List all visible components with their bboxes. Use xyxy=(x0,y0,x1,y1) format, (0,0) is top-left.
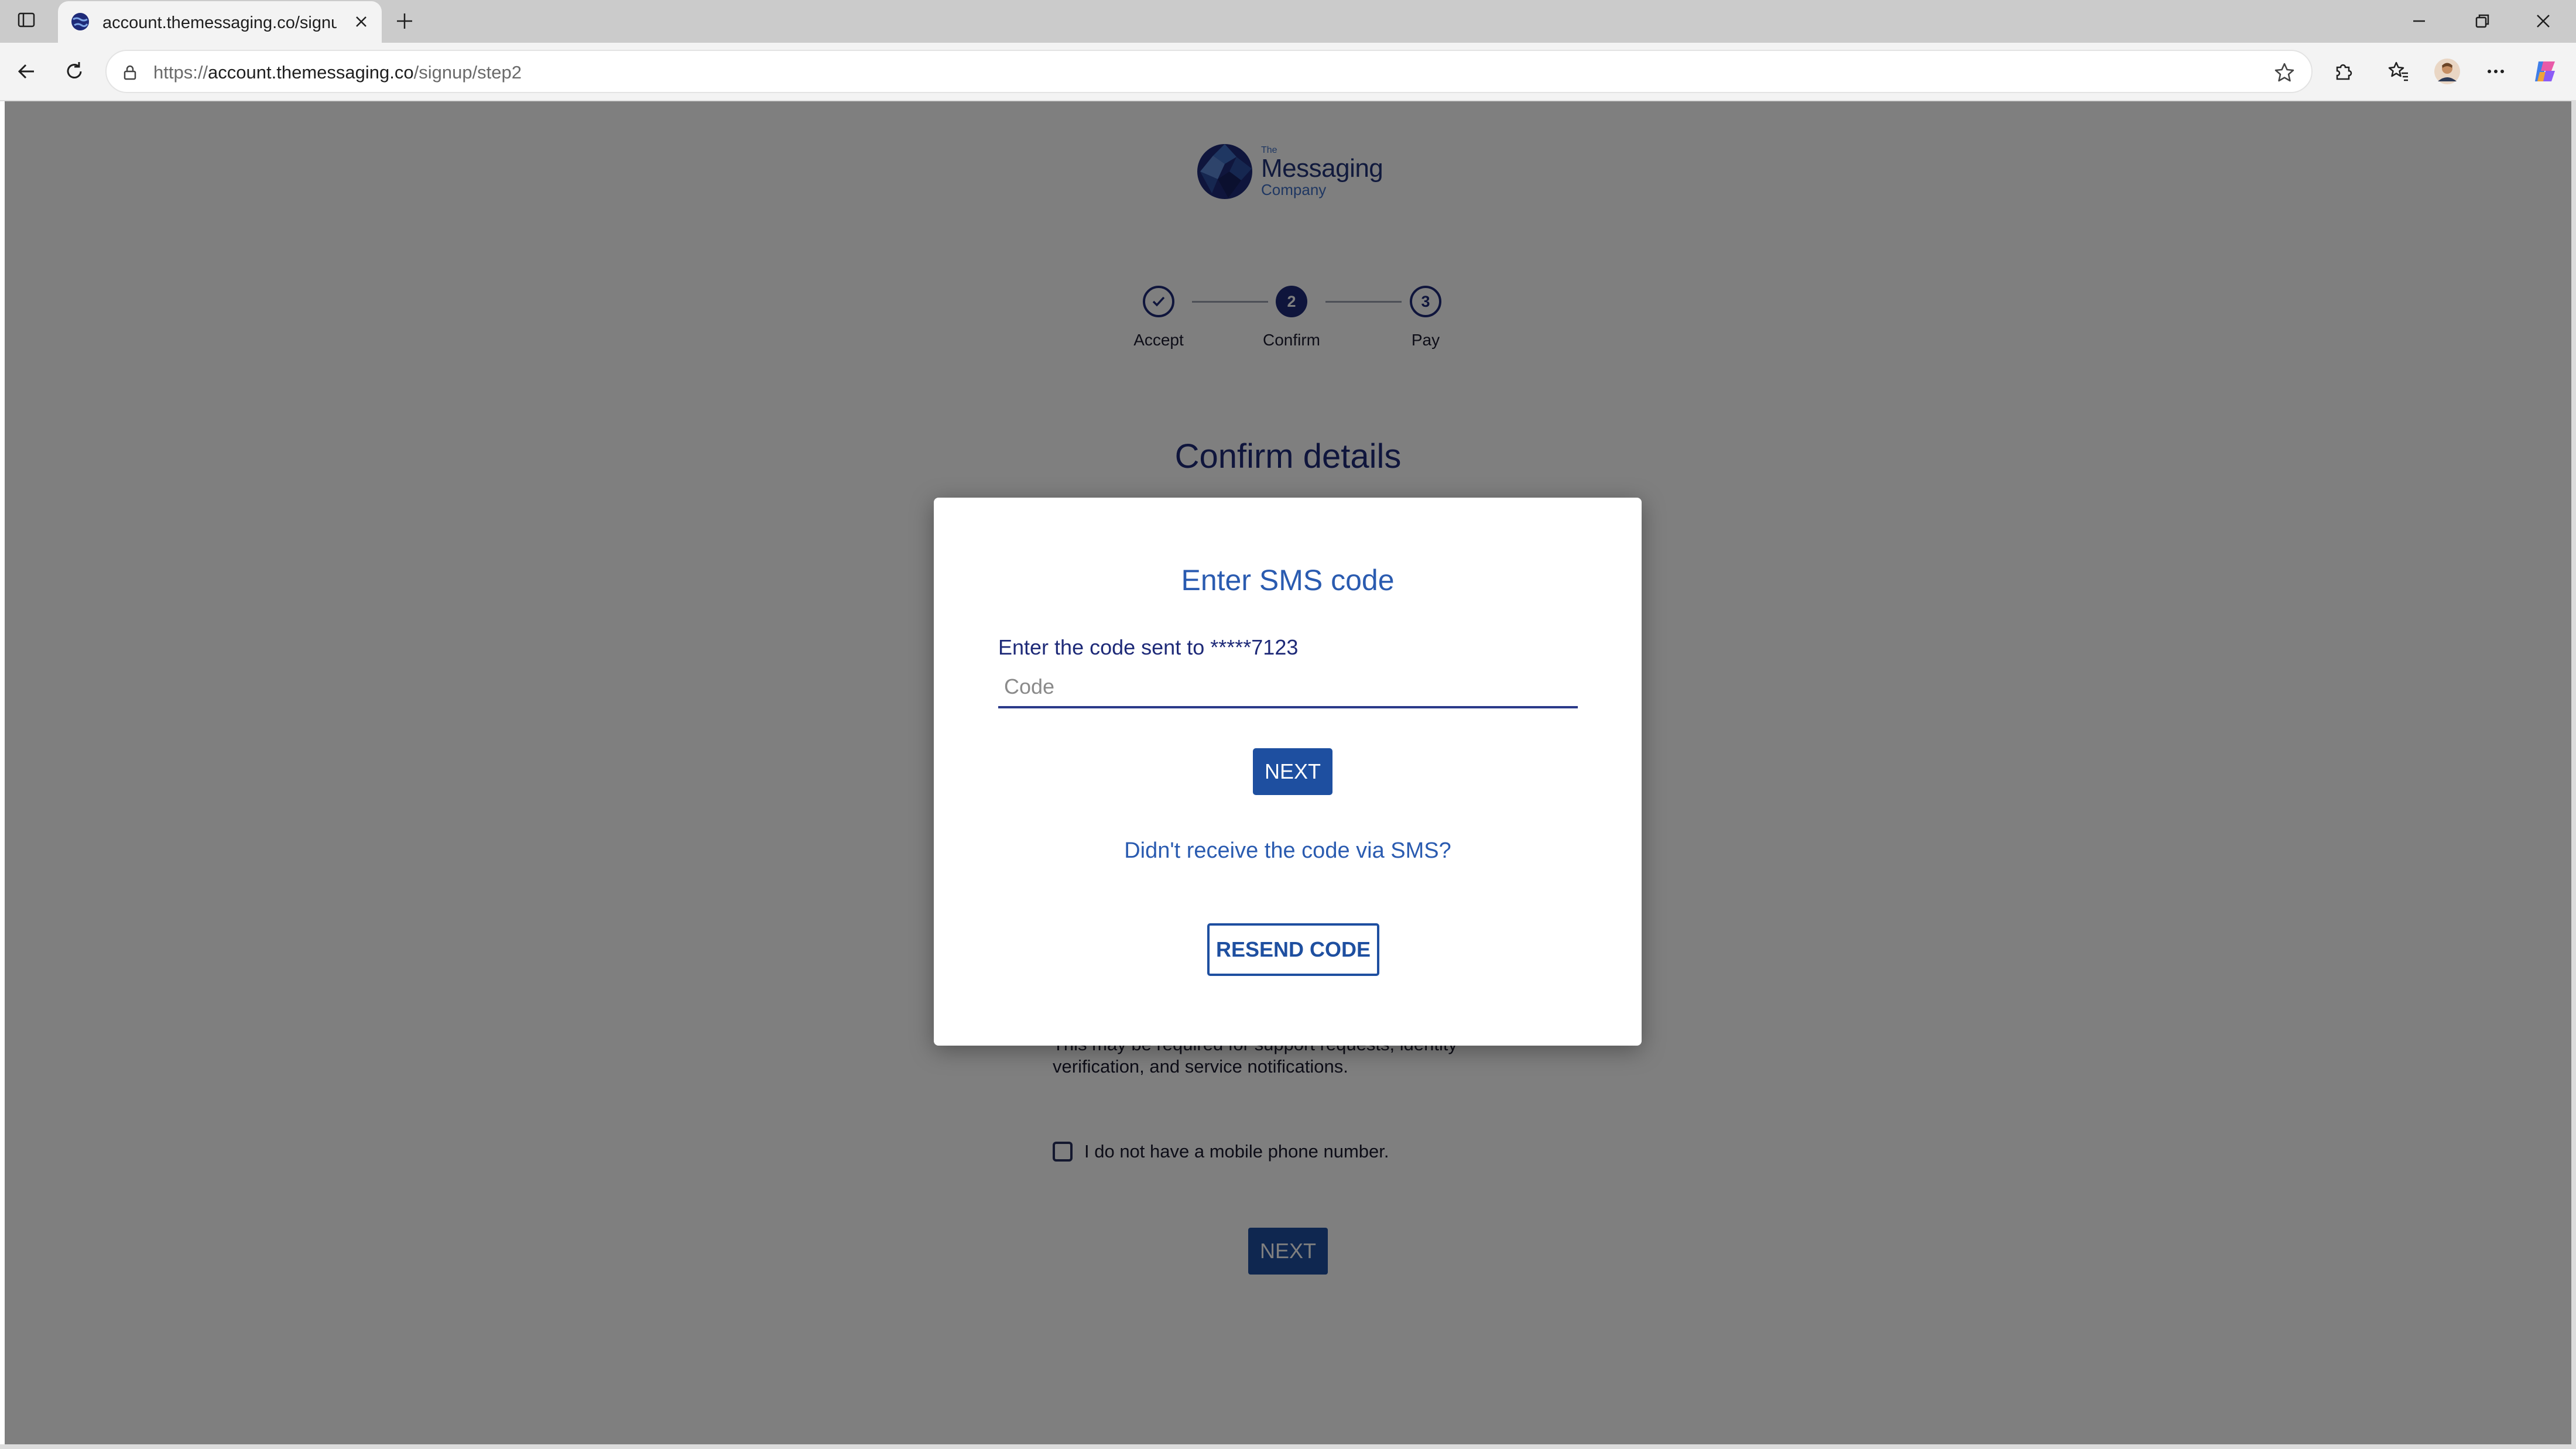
window-border-bottom xyxy=(0,1444,2576,1449)
restore-icon[interactable] xyxy=(2469,8,2495,34)
profile-avatar-icon[interactable] xyxy=(2433,57,2462,86)
back-icon[interactable] xyxy=(12,57,41,86)
favorite-star-icon[interactable] xyxy=(2273,61,2296,84)
browser-toolbar: https://account.themessaging.co/signup/s… xyxy=(0,43,2576,101)
browser-tab[interactable]: account.themessaging.co/signup/step2 xyxy=(58,1,382,43)
close-tab-icon[interactable] xyxy=(351,11,372,32)
code-field-label: Enter the code sent to *****7123 xyxy=(998,635,1299,659)
dialog-title: Enter SMS code xyxy=(1181,564,1395,597)
signup-page: The Messaging Company 2 3 Accept Confirm… xyxy=(5,101,2571,1444)
no-code-received-text: Didn't receive the code via SMS? xyxy=(1124,838,1451,863)
page-viewport: The Messaging Company 2 3 Accept Confirm… xyxy=(5,101,2571,1444)
new-tab-icon[interactable] xyxy=(392,9,417,33)
url-host: account.themessaging.co xyxy=(208,62,414,83)
reload-icon[interactable] xyxy=(60,57,89,86)
tab-actions-icon[interactable] xyxy=(15,8,38,32)
favorites-icon[interactable] xyxy=(2384,57,2413,86)
extensions-icon[interactable] xyxy=(2329,57,2358,86)
sms-code-dialog: Enter SMS code Enter the code sent to **… xyxy=(934,498,1642,1046)
address-url: https://account.themessaging.co/signup/s… xyxy=(153,61,522,84)
lock-icon[interactable] xyxy=(119,62,141,83)
window-close-icon[interactable] xyxy=(2530,8,2556,34)
globe-icon xyxy=(70,11,91,32)
more-options-icon[interactable] xyxy=(2481,57,2510,86)
window-border-right xyxy=(2571,101,2576,1449)
copilot-icon[interactable] xyxy=(2530,57,2560,86)
dialog-next-button[interactable]: NEXT xyxy=(1253,748,1332,795)
resend-code-button[interactable]: RESEND CODE xyxy=(1207,923,1379,976)
sms-code-input[interactable] xyxy=(998,667,1578,708)
url-scheme: https:// xyxy=(153,62,208,83)
browser-tab-bar: account.themessaging.co/signup/step2 xyxy=(0,0,2576,43)
minimize-icon[interactable] xyxy=(2406,8,2432,34)
address-bar[interactable]: https://account.themessaging.co/signup/s… xyxy=(105,50,2313,93)
tab-title: account.themessaging.co/signup/step2 xyxy=(102,13,337,32)
url-path: /signup/step2 xyxy=(413,62,522,83)
